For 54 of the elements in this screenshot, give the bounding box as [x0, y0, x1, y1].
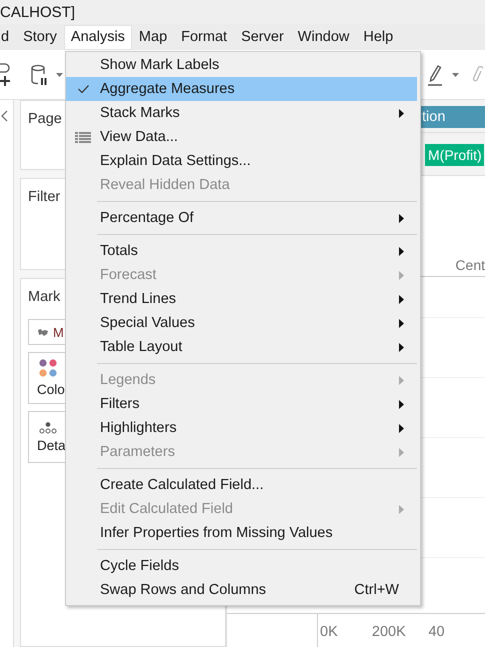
add-data-source-icon[interactable] [0, 62, 12, 88]
menu-bar-item[interactable]: d [0, 24, 16, 50]
submenu-arrow-icon [399, 376, 404, 384]
menu-bar-item[interactable]: Story [16, 24, 64, 50]
caret-icon[interactable] [452, 72, 459, 76]
menu-bar-item[interactable]: Format [174, 24, 234, 50]
menu-item[interactable]: View Data... [66, 125, 417, 149]
table-icon [75, 132, 91, 142]
shortcut-text: Ctrl+W [354, 582, 399, 598]
color-dots-icon [39, 359, 59, 378]
window-title: CALHOST] [0, 4, 76, 20]
pencil-icon[interactable] [428, 64, 442, 86]
menu-item[interactable]: Percentage Of [66, 206, 417, 230]
submenu-arrow-icon [399, 424, 404, 432]
menu-item[interactable]: Explain Data Settings... [66, 149, 417, 173]
submenu-arrow-icon [399, 318, 404, 328]
menu-bar-item[interactable]: Help [356, 24, 400, 50]
menu-item[interactable]: Create Calculated Field... [66, 473, 417, 497]
menu-item[interactable]: Infer Properties from Missing Values [66, 521, 417, 545]
submenu-arrow-icon [399, 400, 404, 408]
menu-item[interactable]: Totals [66, 239, 417, 263]
column-header: Cent [455, 257, 485, 275]
checkmark-icon [78, 85, 88, 93]
menu-item[interactable]: Show Mark Labels [66, 53, 417, 77]
card-title: Filter [28, 189, 60, 205]
caret-icon[interactable] [56, 72, 63, 76]
paperclip-icon[interactable] [473, 64, 483, 84]
submenu-arrow-icon [399, 214, 404, 222]
axis-label: 200K [372, 623, 407, 642]
menu-item[interactable]: Aggregate Measures [66, 77, 417, 101]
menu-item[interactable]: Special Values [66, 311, 417, 335]
submenu-arrow-icon [399, 108, 404, 118]
collapse-icon[interactable] [1, 110, 8, 122]
menu-bar-item[interactable]: Analysis [64, 24, 132, 50]
menu-item[interactable]: Trend Lines [66, 287, 417, 311]
submenu-arrow-icon [399, 270, 404, 280]
menu-item[interactable]: Stack Marks [66, 101, 417, 125]
submenu-arrow-icon [399, 246, 404, 256]
map-icon [37, 328, 49, 336]
submenu-arrow-icon [399, 294, 404, 304]
card-title: Page [28, 111, 62, 127]
menu-bar-item[interactable]: Window [290, 24, 356, 50]
axis-label: 0K [317, 614, 372, 647]
menu-bar-item[interactable]: Map [132, 24, 174, 50]
detail-dots-icon [39, 422, 59, 434]
menu-item[interactable]: Cycle Fields [66, 554, 417, 578]
submenu-arrow-icon [399, 448, 404, 456]
submenu-arrow-icon [399, 342, 404, 352]
database-pause-icon[interactable] [30, 64, 48, 86]
axis-label: 40 [428, 623, 446, 642]
submenu-arrow-icon [399, 504, 404, 514]
menu-bar-item[interactable]: Server [234, 24, 291, 50]
card-title: Mark [28, 289, 60, 305]
menu-item[interactable]: Swap Rows and Columns Ctrl+W [66, 578, 417, 602]
